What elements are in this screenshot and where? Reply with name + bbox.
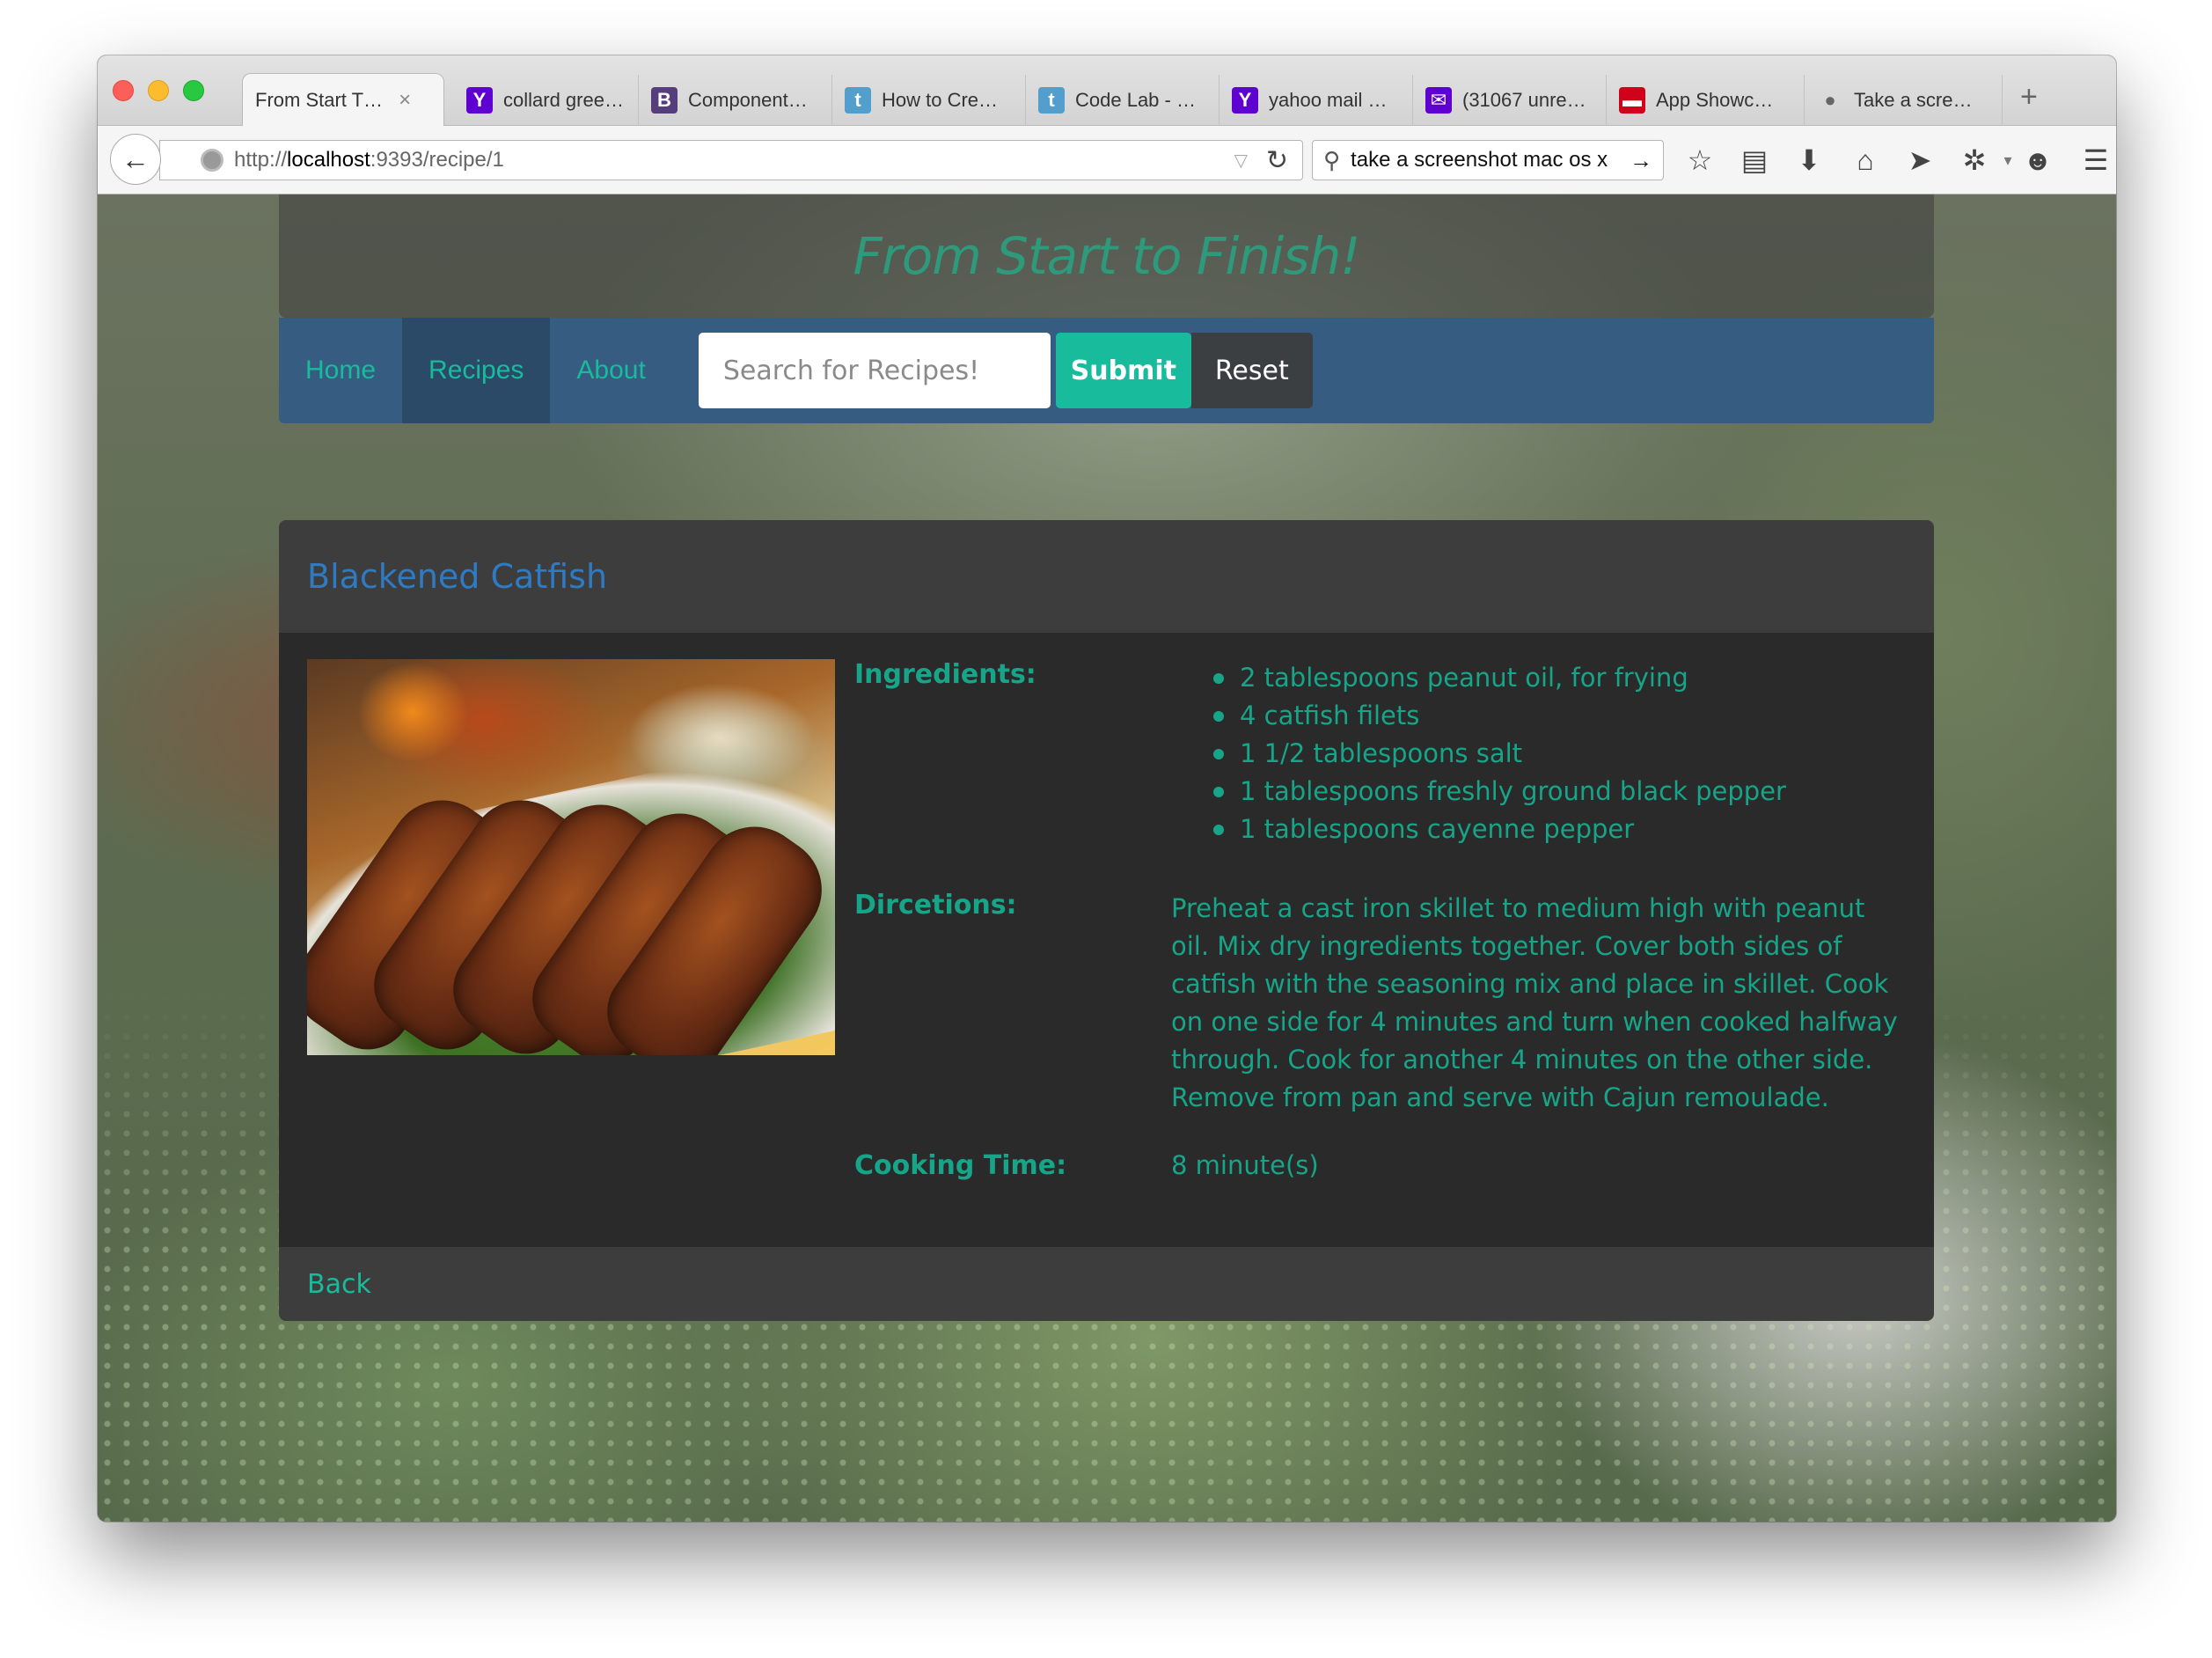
- recipe-image: [307, 659, 835, 1055]
- reset-button[interactable]: Reset: [1190, 333, 1313, 408]
- tab-label: Component…: [688, 89, 808, 111]
- site-navbar: Home Recipes About Submit Reset: [279, 318, 1934, 423]
- new-tab-button[interactable]: +: [2020, 82, 2038, 112]
- directions-text: Preheat a cast iron skillet to medium hi…: [1171, 893, 1898, 1112]
- bootstrap-icon: B: [651, 87, 678, 114]
- tab-strip: From Start T… × Y collard gree… B Compon…: [98, 55, 2116, 127]
- bookmark-star-icon[interactable]: ☆: [1681, 142, 1718, 179]
- mail-icon: ✉: [1425, 87, 1452, 114]
- directions-label: Dircetions:: [854, 890, 1017, 921]
- search-icon: ⚲: [1323, 146, 1341, 173]
- tab-label: App Showc…: [1656, 89, 1774, 111]
- tumblr-icon: t: [845, 87, 871, 114]
- tab-label: How to Cre…: [882, 89, 999, 111]
- browser-window: From Start T… × Y collard gree… B Compon…: [98, 55, 2116, 1522]
- tab-unread-mail[interactable]: ✉ (31067 unre…: [1413, 75, 1607, 126]
- nav-recipes[interactable]: Recipes: [402, 318, 551, 423]
- menu-icon[interactable]: ☰: [2077, 142, 2114, 179]
- reading-list-icon[interactable]: ▤: [1736, 142, 1773, 179]
- recipe-title: Blackened Catfish: [279, 520, 1934, 633]
- ingredient-item: 1 tablespoons freshly ground black peppe…: [1213, 773, 1786, 811]
- back-button[interactable]: ←: [110, 134, 161, 185]
- recipe-search-input[interactable]: [698, 333, 1051, 408]
- url-bar[interactable]: http://localhost:9393/recipe/1 ▽ ↻: [159, 140, 1303, 180]
- ingredient-item: 1 1/2 tablespoons salt: [1213, 735, 1786, 773]
- window-minimize-button[interactable]: [148, 80, 169, 101]
- chat-icon[interactable]: ☻: [2019, 142, 2056, 179]
- tab-label: Code Lab - …: [1075, 89, 1196, 111]
- tab-take-screenshot[interactable]: ● Take a scre…: [1805, 75, 2003, 126]
- window-zoom-button[interactable]: [183, 80, 204, 101]
- home-icon[interactable]: ⌂: [1847, 142, 1884, 179]
- cooking-time-value: 8 minute(s): [1171, 1150, 1319, 1180]
- tumblr-icon: t: [1038, 87, 1065, 114]
- search-value: take a screenshot mac os x: [1351, 148, 1608, 172]
- extension-icon[interactable]: ✲: [1956, 142, 1993, 179]
- cooking-time-label: Cooking Time:: [854, 1150, 1067, 1181]
- tab-code-lab[interactable]: t Code Lab - …: [1026, 75, 1220, 126]
- site-header: From Start to Finish!: [279, 194, 1934, 318]
- tab-label: (31067 unre…: [1462, 89, 1586, 111]
- back-link[interactable]: Back: [307, 1269, 371, 1300]
- tab-from-start[interactable]: From Start T… ×: [242, 73, 444, 127]
- yahoo-icon: Y: [1232, 87, 1258, 114]
- recipe-panel: Blackened Catfish Ingredients: 2 tablesp…: [279, 520, 1934, 1321]
- tab-components[interactable]: B Component…: [639, 75, 832, 126]
- ingredients-list: 2 tablespoons peanut oil, for frying 4 c…: [1213, 659, 1786, 848]
- download-icon[interactable]: ⬇: [1791, 142, 1827, 179]
- tab-label: collard gree…: [503, 89, 624, 111]
- nav-home[interactable]: Home: [279, 318, 402, 423]
- ingredients-label: Ingredients:: [854, 659, 1036, 690]
- showcase-icon: ▬: [1619, 87, 1645, 114]
- tab-yahoo-mail[interactable]: Y yahoo mail …: [1220, 75, 1413, 126]
- ingredient-item: 1 tablespoons cayenne pepper: [1213, 811, 1786, 848]
- send-icon[interactable]: ➤: [1901, 142, 1938, 179]
- url-dropdown-icon[interactable]: ▽: [1234, 150, 1248, 172]
- reload-icon[interactable]: ↻: [1266, 145, 1288, 176]
- search-go-icon[interactable]: →: [1630, 147, 1652, 174]
- ingredient-item: 4 catfish filets: [1213, 697, 1786, 735]
- site-title: From Start to Finish!: [853, 226, 1361, 286]
- tab-label: yahoo mail …: [1269, 89, 1388, 111]
- submit-button[interactable]: Submit: [1055, 333, 1191, 408]
- apple-icon: ●: [1824, 89, 1836, 111]
- window-close-button[interactable]: [113, 80, 134, 101]
- back-arrow-icon: ←: [121, 143, 150, 175]
- page-content: From Start to Finish! Home Recipes About…: [98, 194, 2116, 1522]
- recipe-footer: Back: [279, 1247, 1934, 1321]
- tab-label: From Start T…: [255, 89, 384, 111]
- close-tab-icon[interactable]: ×: [399, 88, 411, 113]
- tab-label: Take a scre…: [1854, 89, 1973, 111]
- tab-app-showcase[interactable]: ▬ App Showc…: [1607, 75, 1805, 126]
- tab-how-to-create[interactable]: t How to Cre…: [832, 75, 1026, 126]
- ingredient-item: 2 tablespoons peanut oil, for frying: [1213, 659, 1786, 697]
- nav-about[interactable]: About: [550, 318, 671, 423]
- globe-icon: [201, 149, 223, 172]
- recipe-body: Ingredients: 2 tablespoons peanut oil, f…: [279, 633, 1934, 1247]
- url-prefix: http://: [234, 148, 288, 172]
- yahoo-icon: Y: [466, 87, 493, 114]
- browser-search-bar[interactable]: ⚲ take a screenshot mac os x →: [1312, 140, 1664, 180]
- browser-toolbar: http://localhost:9393/recipe/1 ▽ ↻ ← ⚲ t…: [98, 126, 2116, 194]
- tab-collard-greens[interactable]: Y collard gree…: [454, 75, 639, 126]
- url-path: :9393/recipe/1: [370, 148, 504, 172]
- url-host: localhost: [287, 148, 370, 172]
